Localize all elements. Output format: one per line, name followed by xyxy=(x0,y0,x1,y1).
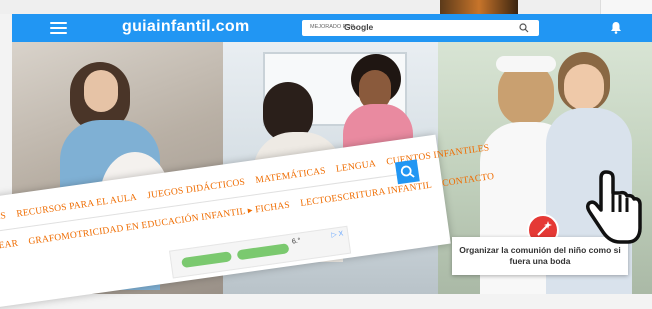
nav-search-button[interactable] xyxy=(394,159,420,185)
hand-pointer-icon xyxy=(586,170,642,244)
nav-item[interactable]: LENGUA xyxy=(335,159,376,175)
nav-item[interactable]: ES xyxy=(0,211,7,223)
background-strip xyxy=(0,0,652,14)
ad-choices-icon[interactable]: ▷ X xyxy=(331,229,344,239)
bell-icon[interactable] xyxy=(610,21,622,34)
ad-text: 6.° xyxy=(291,237,302,246)
search-icon[interactable] xyxy=(519,23,529,33)
site-header: guiainfantil.com MEJORADO POR Google xyxy=(12,14,652,42)
nav-item[interactable]: EAR xyxy=(0,239,19,252)
search-icon xyxy=(400,165,415,178)
nav-item[interactable]: RECURSOS PARA EL AULA xyxy=(16,193,138,220)
background-thumbnail xyxy=(440,0,518,14)
site-logo[interactable]: guiainfantil.com xyxy=(122,18,249,36)
search-provider: Google xyxy=(344,22,374,32)
search-box[interactable]: MEJORADO POR Google xyxy=(302,20,539,36)
ad-pill xyxy=(181,251,233,269)
hamburger-menu-icon[interactable] xyxy=(50,22,67,34)
nav-item[interactable]: MATEMÁTICAS xyxy=(255,166,327,186)
background-card xyxy=(600,0,652,14)
feature-caption: Organizar la comunión del niño como si f… xyxy=(459,245,621,266)
ad-pill xyxy=(236,243,290,261)
